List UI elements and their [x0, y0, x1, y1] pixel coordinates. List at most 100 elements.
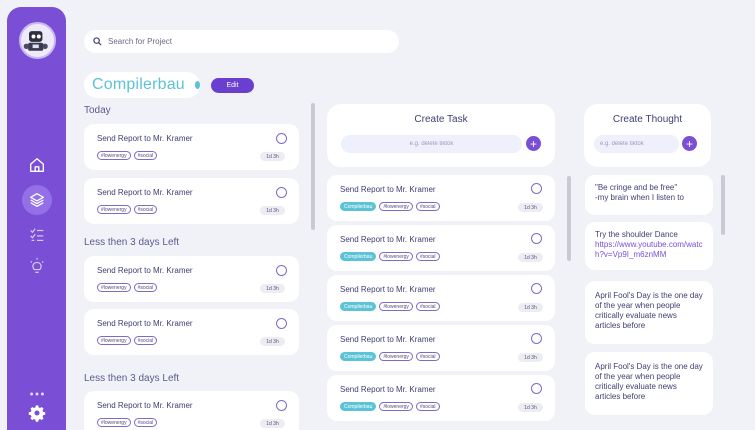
- lightbulb-icon[interactable]: [26, 255, 48, 277]
- tag-social[interactable]: #social: [133, 336, 158, 345]
- tag-lowenergy[interactable]: #lowenergy: [97, 418, 131, 427]
- thought-text: April Fool's Day is the one day of the y…: [595, 291, 703, 330]
- section-today: Today: [84, 105, 111, 116]
- tag-lowenergy[interactable]: #lowenergy: [97, 205, 131, 214]
- task-title: Send Report to Mr. Kramer: [340, 185, 436, 194]
- checklist-icon[interactable]: [26, 224, 48, 246]
- task-checkbox[interactable]: [531, 233, 542, 244]
- task-time-badge: 1d 3h: [260, 284, 285, 293]
- thought-text: "Be cringe and be free": [595, 183, 678, 192]
- create-task-panel: Create Task +: [327, 104, 555, 167]
- task-card[interactable]: Send Report to Mr. Kramer Compilerbau #l…: [327, 225, 555, 271]
- plus-icon[interactable]: +: [526, 136, 541, 151]
- thought-card[interactable]: Try the shoulder Dance https://www.youtu…: [585, 222, 713, 270]
- task-card[interactable]: Send Report to Mr. Kramer Compilerbau #l…: [327, 325, 555, 371]
- tag-lowenergy[interactable]: #lowenergy: [379, 202, 413, 211]
- tag-lowenergy[interactable]: #lowenergy: [379, 302, 413, 311]
- tag-lowenergy[interactable]: #lowenergy: [97, 151, 131, 160]
- robot-avatar-icon: [23, 31, 48, 51]
- tag-lowenergy[interactable]: #lowenergy: [97, 283, 131, 292]
- task-time-badge: 1d 3h: [260, 152, 285, 161]
- task-time-badge: 1d 3h: [518, 203, 543, 212]
- task-card[interactable]: Send Report to Mr. Kramer Compilerbau #l…: [327, 275, 555, 321]
- task-card[interactable]: Send Report to Mr. Kramer #lowenergy #so…: [84, 391, 299, 430]
- middle-scrollbar[interactable]: [567, 176, 571, 261]
- tag-project[interactable]: Compilerbau: [340, 402, 377, 411]
- search-icon: [93, 37, 102, 46]
- task-card[interactable]: Send Report to Mr. Kramer #lowenergy #so…: [84, 124, 299, 170]
- thought-card[interactable]: April Fool's Day is the one day of the y…: [585, 352, 713, 415]
- task-title: Send Report to Mr. Kramer: [97, 188, 193, 197]
- task-tags: Compilerbau #lowenergy #social: [340, 402, 440, 411]
- project-title-pill: Compilerbau: [84, 72, 200, 98]
- tag-lowenergy[interactable]: #lowenergy: [379, 402, 413, 411]
- task-checkbox[interactable]: [531, 333, 542, 344]
- task-time-badge: 1d 3h: [518, 403, 543, 412]
- tag-social[interactable]: #social: [415, 302, 440, 311]
- create-thought-input[interactable]: [594, 135, 679, 153]
- task-checkbox[interactable]: [276, 187, 287, 198]
- create-task-input[interactable]: [341, 135, 522, 153]
- task-tags: #lowenergy #social: [97, 283, 158, 292]
- avatar[interactable]: [19, 22, 56, 59]
- task-checkbox[interactable]: [531, 383, 542, 394]
- layers-icon[interactable]: [22, 185, 52, 215]
- task-title: Send Report to Mr. Kramer: [97, 319, 193, 328]
- section-less-than-3-days: Less then 3 days Left: [84, 373, 180, 384]
- task-card[interactable]: Send Report to Mr. Kramer Compilerbau #l…: [327, 175, 555, 221]
- tag-lowenergy[interactable]: #lowenergy: [379, 252, 413, 261]
- task-tags: #lowenergy #social: [97, 151, 158, 160]
- task-card[interactable]: Send Report to Mr. Kramer #lowenergy #so…: [84, 256, 299, 302]
- task-tags: Compilerbau #lowenergy #social: [340, 302, 440, 311]
- task-tags: Compilerbau #lowenergy #social: [340, 202, 440, 211]
- section-less-than-3-days: Less then 3 days Left: [84, 237, 180, 248]
- tag-project[interactable]: Compilerbau: [340, 352, 377, 361]
- tag-social[interactable]: #social: [133, 151, 158, 160]
- task-time-badge: 1d 3h: [260, 337, 285, 346]
- tag-project[interactable]: Compilerbau: [340, 202, 377, 211]
- task-checkbox[interactable]: [276, 133, 287, 144]
- left-scrollbar[interactable]: [311, 103, 315, 230]
- task-tags: Compilerbau #lowenergy #social: [340, 252, 440, 261]
- thought-text: April Fool's Day is the one day of the y…: [595, 362, 703, 401]
- sidebar: [7, 7, 66, 430]
- tag-social[interactable]: #social: [415, 202, 440, 211]
- tag-project[interactable]: Compilerbau: [340, 302, 377, 311]
- tag-project[interactable]: Compilerbau: [340, 252, 377, 261]
- task-checkbox[interactable]: [531, 283, 542, 294]
- tag-social[interactable]: #social: [133, 205, 158, 214]
- task-time-badge: 1d 3h: [518, 253, 543, 262]
- tag-social[interactable]: #social: [415, 352, 440, 361]
- create-thought-panel: Create Thought +: [584, 104, 711, 167]
- thought-text: Try the shoulder Dance: [595, 230, 678, 239]
- tag-social[interactable]: #social: [415, 402, 440, 411]
- task-title: Send Report to Mr. Kramer: [97, 266, 193, 275]
- tag-lowenergy[interactable]: #lowenergy: [379, 352, 413, 361]
- task-checkbox[interactable]: [531, 183, 542, 194]
- task-checkbox[interactable]: [276, 265, 287, 276]
- task-title: Send Report to Mr. Kramer: [340, 385, 436, 394]
- thought-card[interactable]: April Fool's Day is the one day of the y…: [585, 281, 713, 344]
- gear-icon[interactable]: [26, 402, 48, 424]
- task-card[interactable]: Send Report to Mr. Kramer Compilerbau #l…: [327, 375, 555, 421]
- task-card[interactable]: Send Report to Mr. Kramer #lowenergy #so…: [84, 309, 299, 355]
- task-checkbox[interactable]: [276, 400, 287, 411]
- search-input[interactable]: [108, 37, 388, 46]
- thought-card[interactable]: "Be cringe and be free" -my brain when I…: [585, 175, 713, 215]
- tag-lowenergy[interactable]: #lowenergy: [97, 336, 131, 345]
- task-tags: #lowenergy #social: [97, 336, 158, 345]
- tag-social[interactable]: #social: [415, 252, 440, 261]
- home-icon[interactable]: [26, 154, 48, 176]
- task-checkbox[interactable]: [276, 318, 287, 329]
- tag-social[interactable]: #social: [133, 283, 158, 292]
- tag-social[interactable]: #social: [133, 418, 158, 427]
- task-tags: #lowenergy #social: [97, 205, 158, 214]
- task-card[interactable]: Send Report to Mr. Kramer #lowenergy #so…: [84, 178, 299, 224]
- project-color-dot: [194, 81, 200, 89]
- thought-link[interactable]: https://www.youtube.com/watch?v=Vp9I_m6z…: [595, 240, 703, 259]
- plus-icon[interactable]: +: [682, 136, 697, 151]
- edit-project-button[interactable]: Edit: [211, 78, 254, 93]
- search-bar[interactable]: [84, 30, 399, 53]
- right-scrollbar[interactable]: [721, 175, 725, 235]
- task-time-badge: 1d 3h: [260, 206, 285, 215]
